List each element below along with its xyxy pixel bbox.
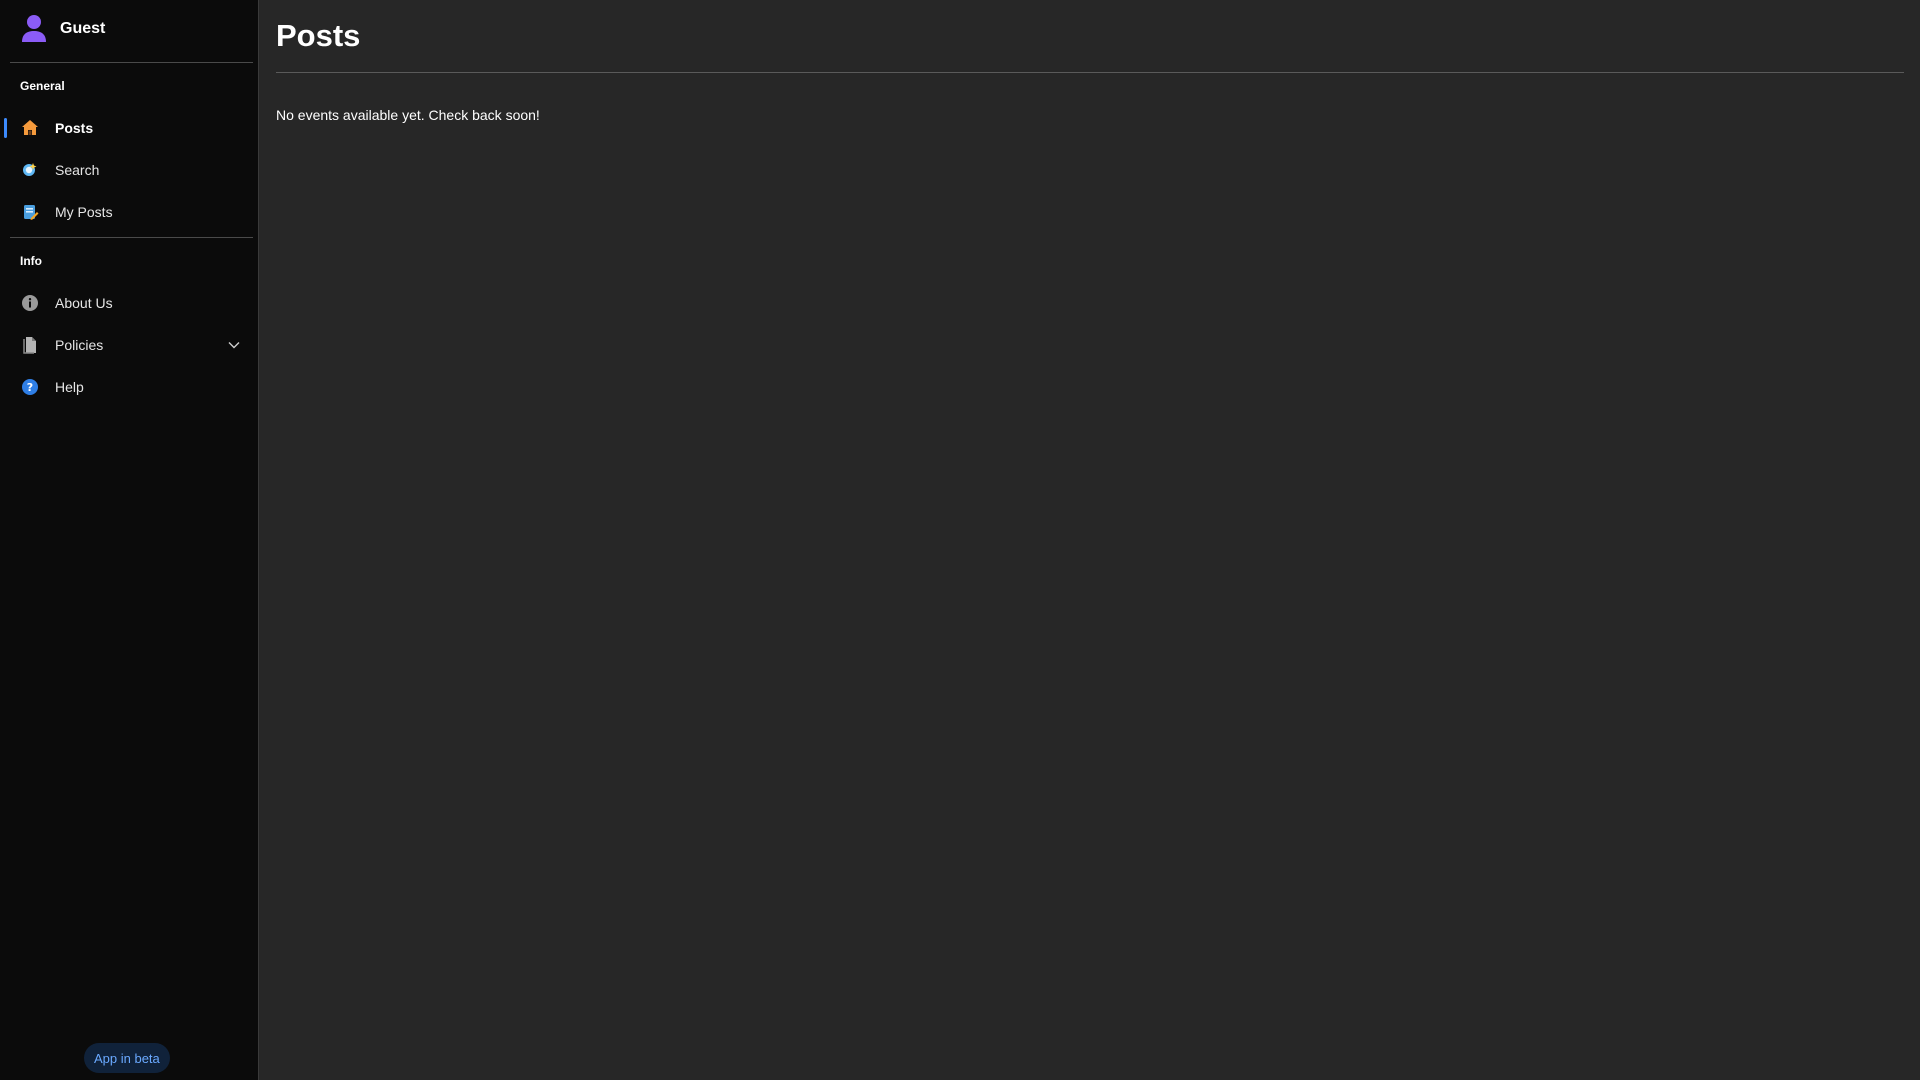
user-avatar-icon	[20, 13, 48, 45]
sidebar: Guest General Posts Search My Posts Info…	[0, 0, 259, 1080]
beta-badge: App in beta	[84, 1043, 170, 1073]
sidebar-item-posts[interactable]: Posts	[0, 107, 258, 149]
home-icon	[20, 118, 40, 138]
info-icon	[20, 293, 40, 313]
sidebar-item-label: My Posts	[55, 204, 113, 220]
section-header-general: General	[20, 79, 65, 93]
user-profile[interactable]: Guest	[0, 0, 248, 58]
sidebar-item-label: Posts	[55, 120, 94, 136]
chevron-down-icon[interactable]	[226, 337, 242, 353]
user-name: Guest	[60, 20, 106, 37]
svg-text:?: ?	[27, 381, 33, 394]
app-root: Guest General Posts Search My Posts Info…	[0, 0, 1920, 1080]
document-icon	[20, 335, 40, 355]
nav-list-info: About Us Policies ? Help	[0, 282, 258, 408]
sidebar-item-label: About Us	[55, 295, 113, 311]
title-divider	[276, 72, 1904, 73]
help-icon: ?	[20, 377, 40, 397]
section-header-info: Info	[20, 254, 42, 268]
empty-state-message: No events available yet. Check back soon…	[276, 107, 540, 123]
nav-list-general: Posts Search My Posts	[0, 107, 258, 233]
notebook-icon	[20, 202, 40, 222]
page-title: Posts	[276, 18, 361, 53]
sidebar-item-label: Help	[55, 379, 84, 395]
search-icon	[20, 160, 40, 180]
sidebar-item-my-posts[interactable]: My Posts	[0, 191, 258, 233]
sidebar-item-policies[interactable]: Policies	[0, 324, 258, 366]
sidebar-item-search[interactable]: Search	[0, 149, 258, 191]
sidebar-item-label: Policies	[55, 337, 104, 353]
sidebar-item-label: Search	[55, 162, 100, 178]
sidebar-item-help[interactable]: ? Help	[0, 366, 258, 408]
sidebar-item-about-us[interactable]: About Us	[0, 282, 258, 324]
main-content: Posts No events available yet. Check bac…	[259, 0, 1920, 1080]
